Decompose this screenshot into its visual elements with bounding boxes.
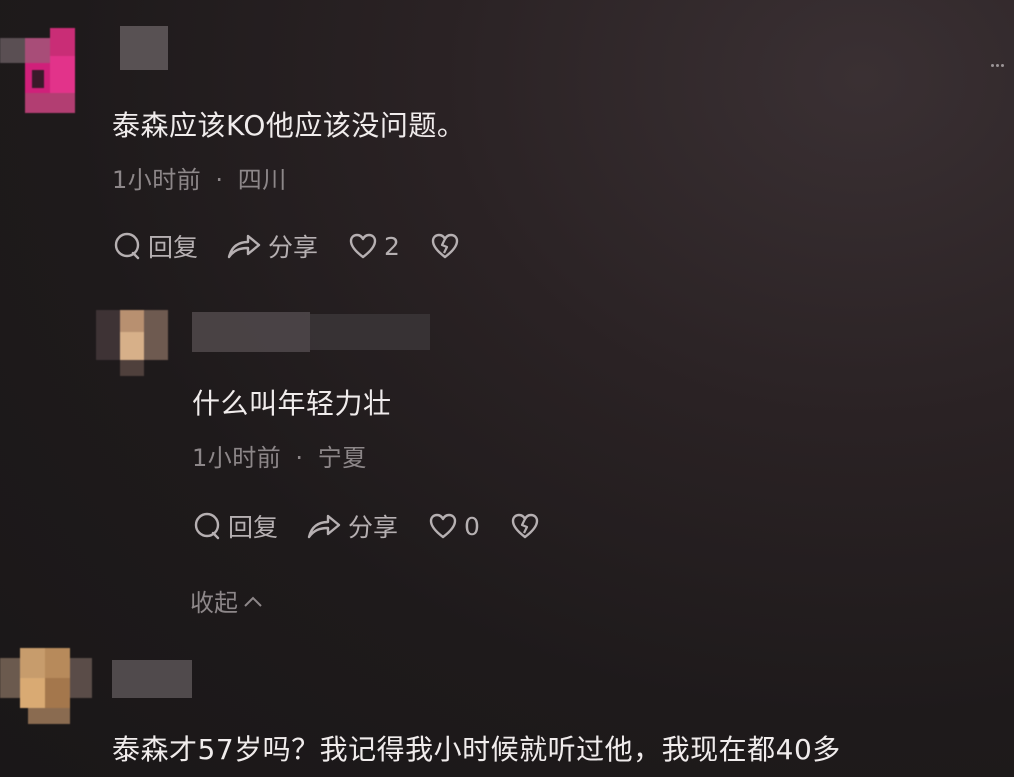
reply-time: 1小时前	[192, 444, 282, 472]
like-count: 0	[464, 511, 480, 541]
username[interactable]	[192, 312, 310, 352]
comment-text: 泰森才57岁吗？我记得我小时候就听过他，我现在都40多	[112, 733, 841, 766]
avatar[interactable]	[96, 296, 168, 376]
collapse-label: 收起	[190, 589, 238, 617]
dislike-button[interactable]	[510, 512, 540, 540]
reply-label: 回复	[148, 233, 199, 262]
meta-separator: ·	[215, 166, 224, 194]
avatar[interactable]	[0, 18, 100, 118]
like-count: 2	[384, 231, 400, 261]
comment-time: 1小时前	[112, 166, 202, 194]
comment-bubble-icon	[114, 232, 140, 260]
reply-button[interactable]: 回复	[192, 508, 278, 544]
meta-separator: ·	[295, 444, 304, 472]
heart-icon	[429, 513, 457, 539]
broken-heart-icon	[511, 513, 539, 539]
share-arrow-icon	[307, 514, 341, 539]
share-arrow-icon	[227, 234, 261, 259]
comment-location: 四川	[237, 166, 287, 194]
like-button[interactable]: 2	[348, 232, 400, 261]
comment-text: 泰森应该KO他应该没问题。	[112, 109, 466, 142]
username[interactable]	[112, 660, 192, 698]
more-options-icon[interactable]	[991, 64, 1004, 67]
reply-label: 回复	[228, 513, 279, 542]
comment-bubble-icon	[194, 512, 220, 540]
broken-heart-icon	[431, 233, 459, 259]
share-button[interactable]: 分享	[306, 508, 398, 544]
reply-location: 宁夏	[317, 444, 367, 472]
comment-actions: 回复 分享 2	[112, 228, 460, 264]
chevron-up-icon	[244, 596, 262, 607]
username[interactable]	[120, 26, 168, 70]
reply-button[interactable]: 回复	[112, 228, 198, 264]
username-extra	[310, 314, 430, 350]
reply-actions: 回复 分享 0	[192, 508, 540, 544]
share-label: 分享	[348, 513, 399, 542]
avatar[interactable]	[0, 640, 100, 730]
comment-meta: 1小时前 · 四川	[112, 160, 287, 195]
reply-meta: 1小时前 · 宁夏	[192, 438, 367, 473]
share-button[interactable]: 分享	[226, 228, 318, 264]
heart-icon	[349, 233, 377, 259]
like-button[interactable]: 0	[428, 512, 480, 541]
share-label: 分享	[268, 233, 319, 262]
dislike-button[interactable]	[430, 232, 460, 260]
reply-text: 什么叫年轻力壮	[192, 387, 392, 420]
collapse-replies-button[interactable]: 收起	[190, 583, 264, 618]
